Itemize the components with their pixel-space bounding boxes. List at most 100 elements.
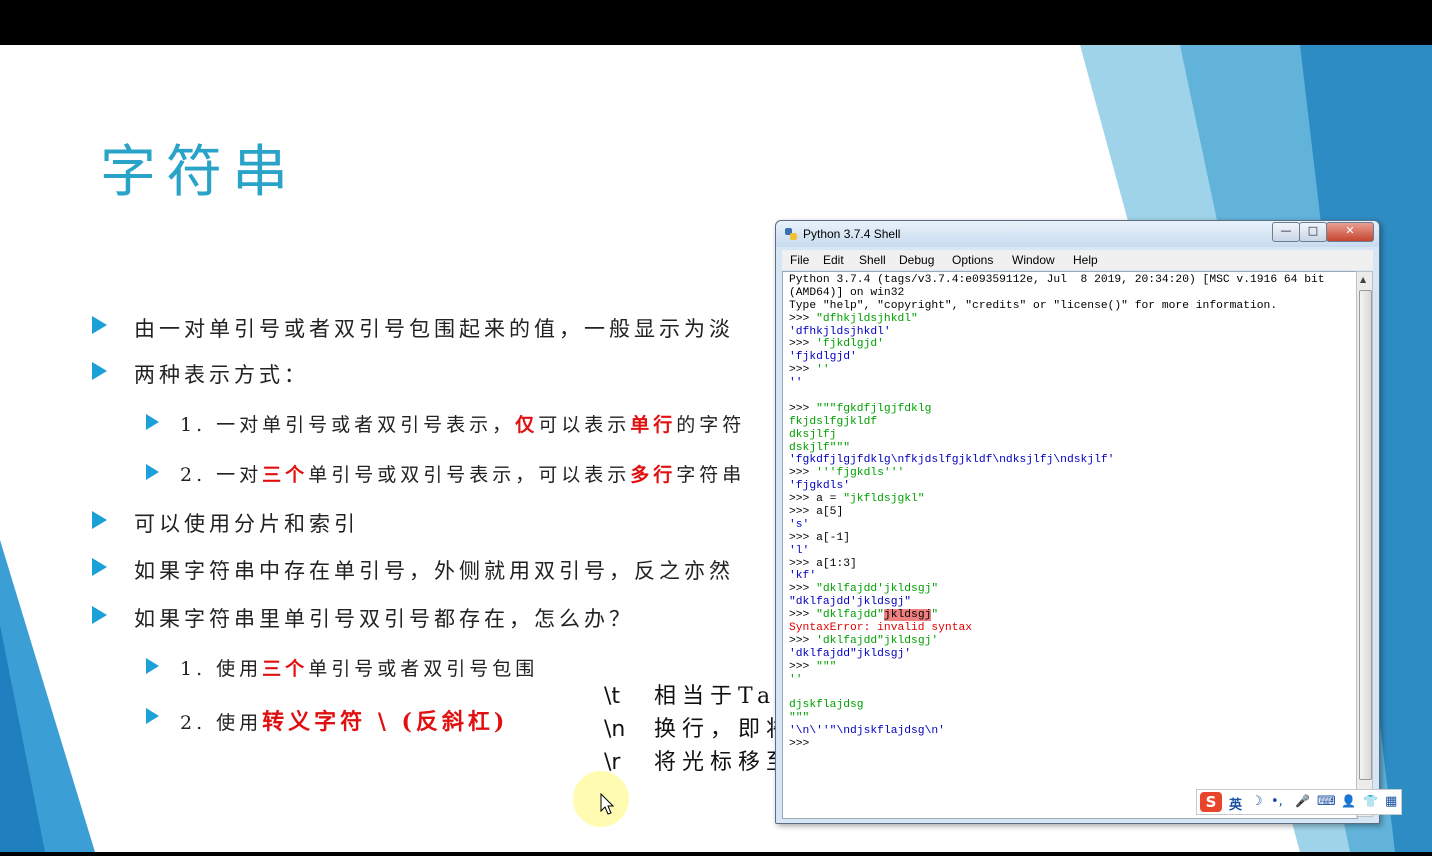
escape-desc: 将光标移至 (654, 750, 795, 775)
bullet-2: 两种表示方式： (92, 359, 309, 389)
error-text: SyntaxError: invalid syntax (789, 622, 973, 635)
shell-text: Python 3.7.4 (tags/v3.7.4:e09359112e, Ju… (789, 274, 1325, 286)
shell-line: fkjdslfgjkldf (789, 416, 1325, 429)
shell-line: >>> "dklfajdd'jkldsgj" (789, 583, 1325, 596)
shell-text: '' (816, 364, 830, 377)
minimize-button[interactable]: — (1272, 222, 1300, 242)
shell-line: '' (789, 377, 1325, 390)
shell-text: >>> (789, 634, 817, 647)
shell-text: >>> (789, 338, 817, 351)
shell-line: >>> a = "jkfldsjgkl" (789, 493, 1325, 506)
close-button[interactable]: ✕ (1326, 222, 1374, 242)
emphasis-text: 三个 (262, 464, 309, 486)
moon-icon[interactable]: ☽ (1251, 794, 1263, 809)
shell-line: """ (789, 712, 1325, 725)
shell-line: >>> a[5] (789, 506, 1325, 519)
shell-line: (AMD64)] on win32 (789, 287, 1325, 300)
bullet-text: 可以表示 (538, 414, 631, 436)
escape-code: \t (604, 684, 621, 709)
emphasis-text: 仅 (515, 414, 539, 436)
toolbox-grid-icon[interactable]: ▦ (1385, 794, 1397, 809)
shell-text: 'fgkdfjlgjfdklg\nfkjdslfgjkldf\ndksjlfj\… (789, 454, 1115, 467)
shell-text: "jkfldsjgkl" (843, 493, 925, 506)
escape-code: \r (604, 750, 621, 775)
shell-line: Type "help", "copyright", "credits" or "… (789, 300, 1325, 313)
shell-text: '' (789, 377, 803, 390)
maximize-button[interactable]: □ (1299, 222, 1327, 242)
emphasis-text: 转义字符 \ (反斜杠) (262, 709, 509, 735)
bullet-text: 1. 一对单引号或者双引号表示， (180, 414, 516, 436)
bullet-arrow-icon (92, 511, 107, 529)
escape-code: \n (604, 717, 626, 742)
python-icon (785, 228, 797, 240)
escape-desc: 换行，即将 (654, 717, 795, 742)
keyboard-icon[interactable]: ⌨ (1317, 794, 1336, 809)
microphone-icon[interactable]: 🎤 (1295, 794, 1310, 808)
shell-text: >>> a[1:3] (789, 557, 857, 570)
sub-bullet-4: 2. 使用转义字符 \ (反斜杠) (146, 704, 508, 736)
skin-icon[interactable]: 👕 (1363, 794, 1378, 808)
bullet-text: 如果字符串中存在单引号，外侧就用双引号，反之亦然 (134, 559, 734, 583)
bullet-text: 单引号或者双引号包围 (308, 658, 539, 680)
top-black-bar (0, 0, 1432, 45)
menu-shell[interactable]: Shell (859, 253, 886, 267)
shell-text: "dfhkjldsjhkdl" (816, 312, 918, 325)
shell-text: Type "help", "copyright", "credits" or "… (789, 299, 1278, 312)
menu-help[interactable]: Help (1073, 253, 1098, 267)
scrollbar-thumb[interactable] (1359, 290, 1372, 780)
bullet-text: 1. 使用 (180, 658, 263, 680)
shell-text: '''fjgkdls''' (816, 467, 905, 480)
shell-text: 'kf' (789, 570, 817, 583)
shell-line: SyntaxError: invalid syntax (789, 622, 1325, 635)
sogou-logo-icon[interactable]: S (1200, 792, 1222, 812)
bullet-5: 如果字符串里单引号双引号都存在，怎么办？ (92, 603, 634, 633)
shell-text: dksjlfj (789, 428, 837, 441)
shell-text: >>> (789, 402, 817, 415)
shell-line: 'fgkdfjlgjfdklg\nfkjdslfgjkldf\ndksjlfj\… (789, 454, 1325, 467)
ime-toolbar: S 英 ☽ •, 🎤 ⌨ 👤 👕 ▦ (1196, 789, 1402, 815)
punctuation-icon[interactable]: •, (1271, 794, 1283, 809)
sub-bullet-1: 1. 一对单引号或者双引号表示，仅可以表示单行的字符 (146, 410, 745, 437)
menu-bar: File Edit Shell Debug Options Window Hel… (782, 250, 1373, 270)
shell-line: '\n\''"\ndjskflajdsg\n' (789, 725, 1325, 738)
shell-line: >>> 'fjkdlgjd' (789, 338, 1325, 351)
menu-options[interactable]: Options (952, 253, 993, 267)
bullet-text: 2. 使用 (180, 712, 263, 734)
menu-window[interactable]: Window (1012, 253, 1055, 267)
bullet-text: 的字符 (676, 414, 746, 436)
shell-line: 'l' (789, 545, 1325, 558)
bullet-arrow-icon (92, 606, 107, 624)
bullet-arrow-icon (146, 708, 159, 724)
user-icon[interactable]: 👤 (1341, 794, 1356, 808)
ime-language-toggle[interactable]: 英 (1229, 794, 1242, 813)
bullet-1: 由一对单引号或者双引号包围起来的值，一般显示为淡 (92, 313, 734, 343)
error-highlight: jkldsgj (883, 609, 932, 622)
menu-edit[interactable]: Edit (823, 253, 844, 267)
window-titlebar[interactable]: Python 3.7.4 Shell — □ ✕ (776, 221, 1379, 247)
shell-text: """ (816, 660, 837, 673)
shell-text: >>> (789, 660, 817, 673)
shell-line: djskflajdsg (789, 699, 1325, 712)
shell-line: >>> """fgkdfjlgjfdklg (789, 403, 1325, 416)
escape-row-return: \r 将光标移至 (604, 744, 794, 776)
menu-file[interactable]: File (790, 253, 809, 267)
shell-text-area[interactable]: Python 3.7.4 (tags/v3.7.4:e09359112e, Ju… (782, 271, 1358, 819)
shell-output: Python 3.7.4 (tags/v3.7.4:e09359112e, Ju… (789, 274, 1325, 751)
shell-line: >>> '''fjgkdls''' (789, 467, 1325, 480)
shell-text: """ (789, 712, 810, 725)
bullet-arrow-icon (92, 558, 107, 576)
shell-text: 'dklfajdd"jkldsgj' (816, 634, 939, 647)
shell-text: (AMD64)] on win32 (789, 286, 905, 299)
menu-debug[interactable]: Debug (899, 253, 934, 267)
python-shell-window[interactable]: Python 3.7.4 Shell — □ ✕ File Edit Shell… (775, 220, 1380, 824)
sub-bullet-3: 1. 使用三个单引号或者双引号包围 (146, 654, 538, 681)
bullet-arrow-icon (92, 316, 107, 334)
scroll-up-icon[interactable]: ▲ (1360, 275, 1366, 284)
bullet-4: 如果字符串中存在单引号，外侧就用双引号，反之亦然 (92, 555, 734, 585)
shell-line: >>> 'dklfajdd"jkldsgj' (789, 635, 1325, 648)
bullet-arrow-icon (146, 464, 159, 480)
bullet-text: 字符串 (676, 464, 746, 486)
vertical-scrollbar[interactable]: ▲ ▼ (1356, 271, 1373, 817)
